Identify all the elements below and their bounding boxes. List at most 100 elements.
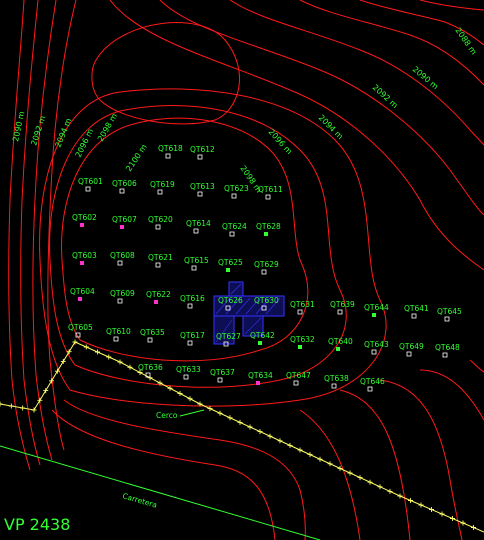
fence-line: [0, 341, 484, 533]
fence-mark: [247, 424, 253, 430]
point-label: QT626: [218, 296, 243, 305]
point-marker[interactable]: [154, 300, 158, 304]
point-label: QT639: [330, 300, 355, 309]
fence-mark: [460, 520, 466, 526]
point-marker[interactable]: [336, 347, 340, 351]
contour-elevation-label: 2090 m: [11, 110, 26, 142]
fence-mark: [8, 403, 14, 409]
point-label: QT631: [290, 300, 315, 309]
point-label: QT637: [210, 368, 235, 377]
point-marker[interactable]: [372, 313, 376, 317]
point-marker[interactable]: [187, 340, 193, 346]
map-viewport[interactable]: 2090 m 2092 m 2094 m 2096 m 2098 m 2100 m 2098…: [0, 0, 484, 540]
point-marker[interactable]: [231, 193, 237, 199]
contour-line: [419, 0, 484, 11]
point-marker[interactable]: [120, 225, 124, 229]
point-label: QT638: [324, 374, 349, 383]
fence-marks: [0, 339, 476, 530]
fence-mark: [37, 397, 43, 403]
point-marker[interactable]: [298, 345, 302, 349]
point-marker[interactable]: [165, 153, 171, 159]
fence-mark: [237, 419, 243, 425]
point-label: QT608: [110, 251, 135, 260]
point-marker[interactable]: [147, 337, 153, 343]
point-marker[interactable]: [442, 352, 448, 358]
point-marker[interactable]: [80, 261, 84, 265]
contour-line: [63, 399, 306, 540]
point-label: QT635: [140, 328, 165, 337]
point-marker[interactable]: [444, 316, 450, 322]
point-label: QT607: [112, 215, 137, 224]
point-marker[interactable]: [258, 341, 262, 345]
point-marker[interactable]: [217, 377, 223, 383]
point-marker[interactable]: [229, 231, 235, 237]
contour-line: [339, 389, 411, 540]
point-marker[interactable]: [119, 188, 125, 194]
point-label: QT636: [138, 363, 163, 372]
point-label: QT625: [218, 258, 243, 267]
point-marker[interactable]: [197, 154, 203, 160]
fence-mark: [72, 339, 78, 345]
fence-mark: [287, 442, 293, 448]
point-marker[interactable]: [85, 186, 91, 192]
fence-mark: [429, 507, 434, 512]
point-marker[interactable]: [155, 262, 161, 268]
contour-line: [47, 0, 77, 451]
point-marker[interactable]: [371, 349, 377, 355]
fence-mark: [267, 433, 273, 439]
point-label: QT603: [72, 251, 97, 260]
point-marker[interactable]: [193, 228, 199, 234]
fence-mark: [418, 502, 424, 508]
fence-mark: [327, 461, 333, 467]
point-label: QT624: [222, 222, 247, 231]
point-marker[interactable]: [265, 194, 271, 200]
point-marker[interactable]: [187, 303, 193, 309]
point-label: QT606: [112, 179, 137, 188]
point-marker[interactable]: [117, 298, 123, 304]
cad-drawing: 2090 m 2092 m 2094 m 2096 m 2098 m2100 m2098…: [0, 0, 484, 540]
point-marker[interactable]: [367, 386, 373, 392]
point-marker[interactable]: [78, 297, 82, 301]
point-label: QT601: [78, 177, 103, 186]
point-marker[interactable]: [256, 381, 260, 385]
point-marker[interactable]: [297, 309, 303, 315]
fence-mark: [177, 391, 183, 396]
point-marker[interactable]: [183, 374, 189, 380]
point-marker[interactable]: [411, 313, 417, 319]
fence-mark: [0, 401, 3, 407]
point-marker[interactable]: [117, 260, 123, 266]
contour-line: [229, 0, 484, 146]
fence-mark: [297, 447, 303, 453]
fence-mark: [227, 415, 233, 421]
point-marker[interactable]: [293, 380, 299, 386]
contour-line: [469, 359, 484, 373]
fence-mark: [347, 470, 353, 476]
point-marker[interactable]: [113, 336, 119, 342]
point-marker[interactable]: [157, 189, 163, 195]
point-marker[interactable]: [406, 351, 412, 357]
point-label: QT628: [256, 222, 281, 231]
point-label: QT649: [399, 342, 424, 351]
point-label: QT619: [150, 180, 175, 189]
contour-elevation-label: 2092 m: [371, 83, 400, 110]
point-marker[interactable]: [337, 309, 343, 315]
point-marker[interactable]: [331, 383, 337, 389]
contour-line: [61, 117, 309, 362]
point-label: QT612: [190, 145, 215, 154]
point-marker[interactable]: [264, 232, 268, 236]
contour-line: [419, 369, 484, 421]
fence-mark: [377, 484, 383, 490]
point-marker[interactable]: [197, 191, 203, 197]
point-label: QT621: [148, 253, 173, 262]
point-label: QT614: [186, 219, 211, 228]
fence-mark: [187, 396, 193, 402]
fence-mark: [49, 378, 55, 384]
point-marker[interactable]: [191, 265, 197, 271]
contour-elevation-label: 2100 m: [124, 142, 149, 173]
fence-mark: [167, 385, 173, 391]
fence-mark: [106, 354, 112, 360]
point-marker[interactable]: [226, 268, 230, 272]
point-marker[interactable]: [261, 269, 267, 275]
point-marker[interactable]: [155, 224, 161, 230]
point-marker[interactable]: [80, 223, 84, 227]
